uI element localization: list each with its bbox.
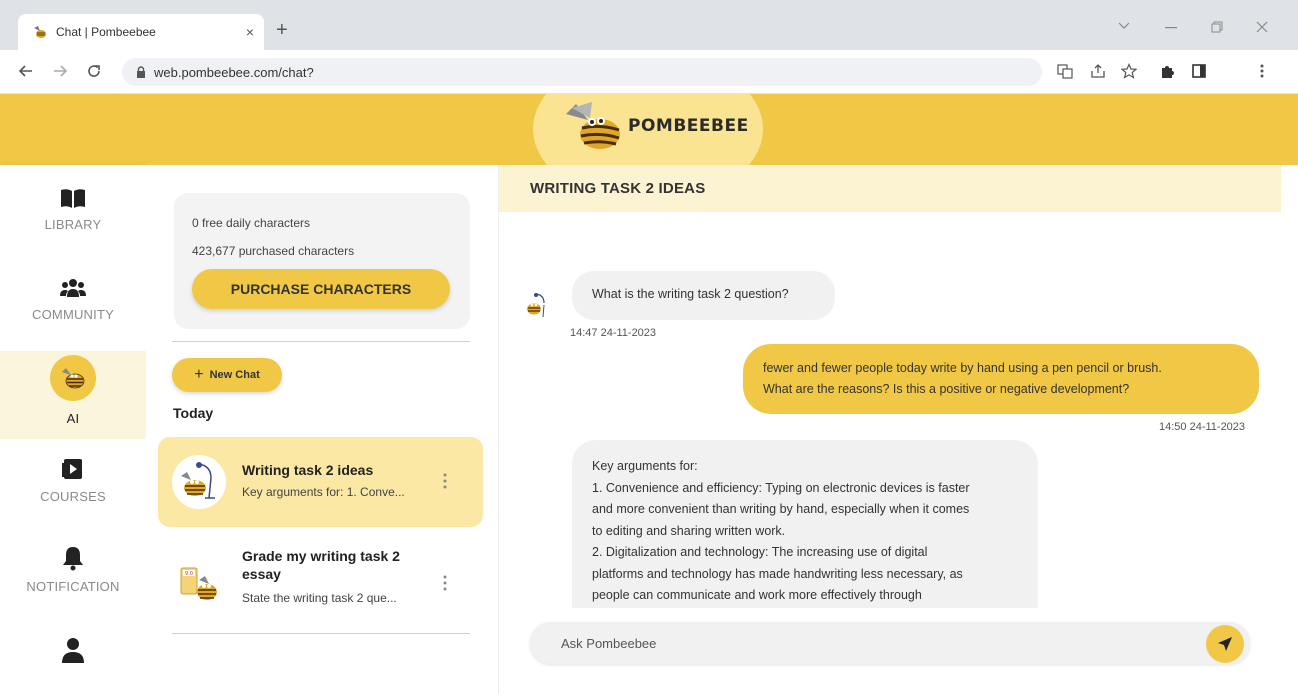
tab-search-chevron-icon[interactable] <box>1118 22 1130 30</box>
bee-icon <box>62 368 85 389</box>
free-characters-text: 0 free daily characters <box>192 216 311 230</box>
message-timestamp: 14:47 24-11-2023 <box>570 327 657 339</box>
chat-item-grade-my-writing-task-2-essay[interactable]: 9.0 Grade my writing task 2 essay State … <box>158 539 483 625</box>
message-timestamp: 14:50 24-11-2023 <box>1159 421 1246 433</box>
bell-icon <box>63 547 83 571</box>
purchase-characters-button[interactable]: PURCHASE CHARACTERS <box>192 269 450 309</box>
reload-icon[interactable] <box>86 63 102 79</box>
brand-logo[interactable]: POMBEEBEE <box>562 98 749 154</box>
chat-avatar: 9.0 <box>172 557 226 611</box>
pombeebee-favicon-icon <box>34 26 46 38</box>
more-options-icon[interactable] <box>443 575 447 591</box>
bee-lamp-icon <box>181 462 215 499</box>
message-text-line: and more convenient than writing by hand… <box>592 502 970 516</box>
address-bar-row: web.pombeebee.com/chat? M <box>0 50 1298 131</box>
left-navigation: LIBRARY COMMUNITY AI COURSES NOTIFICATIO… <box>0 165 146 694</box>
play-book-icon <box>62 459 82 479</box>
translate-icon[interactable] <box>1057 63 1073 79</box>
chat-item-writing-task-2-ideas[interactable]: Writing task 2 ideas Key arguments for: … <box>158 437 483 527</box>
nav-item-ai[interactable]: AI <box>0 351 146 439</box>
browser-menu-icon[interactable] <box>1259 63 1265 79</box>
message-text-line: people can communicate and work more eff… <box>592 588 922 602</box>
message-text-line: fewer and fewer people today write by ha… <box>763 361 1162 375</box>
nav-label-notification: NOTIFICATION <box>26 579 120 594</box>
message-text-line: 2. Digitalization and technology: The in… <box>592 545 928 559</box>
close-window-icon[interactable] <box>1256 21 1268 33</box>
credits-card: 0 free daily characters 423,677 purchase… <box>174 193 470 329</box>
tab-title: Chat | Pombeebee <box>56 25 156 39</box>
side-panel-icon[interactable] <box>1191 63 1207 79</box>
nav-label-community: COMMUNITY <box>32 307 114 322</box>
chat-title: Writing task 2 ideas <box>242 462 374 478</box>
conversation-header: WRITING TASK 2 IDEAS <box>499 165 1281 212</box>
ai-icon-circle <box>50 355 96 401</box>
bot-message: What is the writing task 2 question? <box>572 271 835 320</box>
tab-close-icon[interactable]: × <box>246 24 254 40</box>
message-text-line: 1. Convenience and efficiency: Typing on… <box>592 480 970 495</box>
divider <box>172 633 470 634</box>
nav-item-community[interactable]: COMMUNITY <box>0 277 146 322</box>
nav-label-ai: AI <box>66 411 80 426</box>
message-composer <box>530 622 1250 664</box>
browser-tab-bar: Chat | Pombeebee × + <box>0 0 1298 50</box>
nav-label-library: LIBRARY <box>44 217 102 232</box>
message-text-line: platforms and technology has made handwr… <box>592 566 963 581</box>
back-icon[interactable] <box>18 63 34 79</box>
message-text-line: What are the reasons? Is this a positive… <box>763 382 1130 396</box>
chat-preview: Key arguments for: 1. Conve... <box>242 485 405 499</box>
forward-icon[interactable] <box>52 63 68 79</box>
send-button[interactable] <box>1206 625 1244 663</box>
book-icon <box>61 189 85 208</box>
lock-icon <box>137 66 145 78</box>
url-text: web.pombeebee.com/chat? <box>154 64 314 80</box>
grade-badge-text: 9.0 <box>185 571 193 577</box>
brand-logo-text: POMBEEBEE <box>628 116 749 136</box>
chat-avatar <box>172 455 226 509</box>
bot-avatar-icon <box>527 293 545 318</box>
app-header: POMBEEBEE <box>0 94 1298 165</box>
nav-item-library[interactable]: LIBRARY <box>0 187 146 232</box>
new-chat-button[interactable]: + New Chat <box>172 358 282 392</box>
minimize-icon[interactable] <box>1165 27 1177 29</box>
users-icon <box>60 279 86 297</box>
nav-label-courses: COURSES <box>40 489 106 504</box>
share-icon[interactable] <box>1090 63 1106 79</box>
conversation-panel: WRITING TASK 2 IDEAS What is the writing… <box>498 165 1281 694</box>
ask-input[interactable] <box>530 622 1190 664</box>
bookmark-star-icon[interactable] <box>1121 63 1137 79</box>
extensions-puzzle-icon[interactable] <box>1159 63 1175 79</box>
bee-logo-icon <box>566 102 620 149</box>
chat-group-label: Today <box>173 405 214 421</box>
message-text-line: Key arguments for: <box>592 459 698 473</box>
user-icon <box>62 638 84 663</box>
nav-item-notification[interactable]: NOTIFICATION <box>0 545 146 594</box>
user-message: fewer and fewer people today write by ha… <box>743 344 1259 414</box>
new-chat-label: New Chat <box>209 369 260 381</box>
nav-item-profile[interactable] <box>0 637 146 663</box>
message-text: What is the writing task 2 question? <box>592 287 789 301</box>
browser-tab[interactable]: Chat | Pombeebee × <box>18 14 264 50</box>
bee-grade-icon: 9.0 <box>180 567 217 600</box>
chat-list-panel: 0 free daily characters 423,677 purchase… <box>146 165 498 694</box>
plus-icon: + <box>194 366 204 383</box>
nav-item-courses[interactable]: COURSES <box>0 457 146 504</box>
divider <box>172 341 470 342</box>
chat-preview: State the writing task 2 que... <box>242 591 397 605</box>
restore-icon[interactable] <box>1211 21 1223 33</box>
chat-title: Grade my writing task 2 essay <box>242 548 400 582</box>
bot-message: Key arguments for: 1. Convenience and ef… <box>572 440 1038 608</box>
omnibox[interactable]: web.pombeebee.com/chat? <box>122 58 1042 86</box>
conversation-title: WRITING TASK 2 IDEAS <box>530 180 706 197</box>
purchased-characters-text: 423,677 purchased characters <box>192 244 355 258</box>
new-tab-button[interactable]: + <box>276 20 288 40</box>
message-text-line: to editing and sharing written work. <box>592 523 786 538</box>
more-options-icon[interactable] <box>443 473 447 489</box>
send-arrow-icon <box>1218 637 1232 651</box>
